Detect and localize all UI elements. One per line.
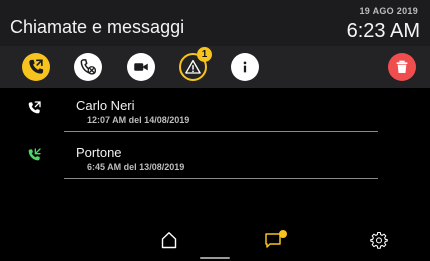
incoming-call-icon — [28, 148, 41, 161]
caller-name: Carlo Neri — [76, 98, 135, 113]
info-icon — [243, 61, 247, 73]
page-title: Chiamate e messaggi — [10, 17, 185, 37]
call-time: 6:45 AM del 13/08/2019 — [87, 162, 185, 172]
outgoing-call-icon — [28, 101, 41, 114]
missed-call-icon — [80, 59, 97, 75]
info-button[interactable] — [231, 53, 259, 81]
call-list-item[interactable]: Carlo Neri 12:07 AM del 14/08/2019 — [0, 98, 430, 136]
alarm-count-badge: 1 — [197, 47, 212, 62]
caller-name: Portone — [76, 145, 122, 160]
trash-icon — [396, 60, 408, 73]
delete-button[interactable] — [388, 53, 416, 81]
video-camera-icon — [134, 63, 148, 71]
video-messages-button[interactable] — [127, 53, 155, 81]
missed-calls-button[interactable] — [74, 53, 102, 81]
filter-toolbar: 1 — [0, 46, 430, 88]
gear-icon[interactable] — [370, 231, 388, 249]
call-time: 12:07 AM del 14/08/2019 — [87, 115, 190, 125]
header-clock: 6:23 AM — [346, 20, 420, 42]
all-calls-button[interactable] — [22, 53, 50, 81]
call-list-item[interactable]: Portone 6:45 AM del 13/08/2019 — [0, 145, 430, 183]
screen: Chiamate e messaggi 19 AGO 2019 6:23 AM — [0, 0, 430, 261]
phone-all-calls-icon — [29, 59, 44, 74]
header-date: 19 AGO 2019 — [359, 6, 418, 16]
home-icon[interactable] — [161, 231, 177, 249]
home-indicator — [200, 257, 230, 259]
notification-dot — [279, 230, 287, 238]
messages-icon[interactable] — [264, 229, 290, 249]
divider — [64, 178, 378, 179]
header-bar: Chiamate e messaggi 19 AGO 2019 6:23 AM — [0, 0, 430, 46]
divider — [64, 131, 378, 132]
